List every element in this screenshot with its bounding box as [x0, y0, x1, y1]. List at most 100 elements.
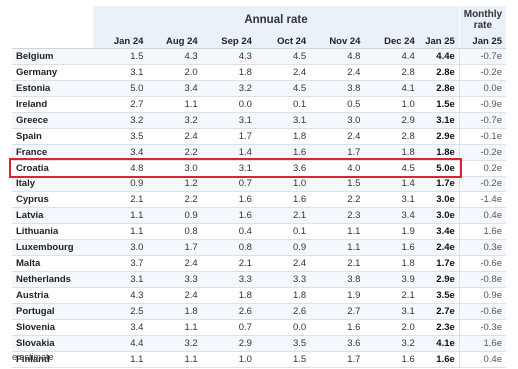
annual-rate-cell: 1.6e: [418, 351, 460, 368]
country-name: Lithuania: [12, 223, 94, 241]
country-name: Estonia: [12, 80, 94, 97]
monthly-rate-cell: -0.3e: [458, 319, 506, 336]
annual-rate-cell: 4.3: [93, 287, 148, 304]
annual-rate-cell: 3.6: [310, 335, 365, 352]
annual-rate-cell: 4.4e: [418, 48, 460, 65]
table-row: Germany 3.1 2.0 1.8 2.4 2.4 2.8 2.8e -0.2e: [12, 64, 506, 81]
annual-rate-cell: 0.7: [201, 176, 256, 193]
header-row-groups: Annual rate Monthly rate: [12, 6, 506, 34]
annual-rate-cell: 1.1: [310, 223, 365, 241]
annual-rate-cell: 3.0: [310, 112, 365, 129]
country-name: Croatia: [12, 160, 94, 177]
annual-rate-cell: 4.1e: [418, 335, 460, 352]
monthly-rate-cell: 0.3e: [458, 239, 506, 257]
table-row: Luxembourg 3.0 1.7 0.8 0.9 1.1 1.6 2.4e 0.3e: [12, 239, 506, 257]
monthly-rate-cell: -0.6e: [458, 255, 506, 273]
annual-rate-cell: 5.0: [93, 80, 148, 97]
inflation-table-container: Annual rate Monthly rate Jan 24 Aug 24 Se…: [9, 6, 506, 368]
country-name: Luxembourg: [12, 239, 94, 257]
annual-rate-cell: 1.6: [364, 351, 419, 368]
inflation-table: Annual rate Monthly rate Jan 24 Aug 24 Se…: [12, 6, 506, 368]
monthly-rate-cell: 0.9e: [458, 287, 506, 304]
annual-rate-cell: 1.7e: [418, 255, 460, 273]
annual-rate-cell: 1.0: [255, 176, 311, 193]
annual-rate-cell: 3.1: [255, 112, 311, 129]
annual-rate-cell: 2.7: [93, 96, 148, 113]
table-body: Belgium 1.5 4.3 4.3 4.5 4.8 4.4 4.4e -0.7e German…: [12, 48, 506, 368]
annual-rate-cell: 2.2: [147, 191, 202, 209]
annual-rate-cell: 2.4: [255, 64, 311, 81]
annual-rate-cell: 0.5: [310, 96, 365, 113]
table-row: Cyprus 2.1 2.2 1.6 1.6 2.2 3.1 3.0e -1.4e: [12, 191, 506, 209]
annual-rate-cell: 1.7: [201, 128, 256, 145]
annual-rate-header: Annual rate: [93, 6, 460, 34]
monthly-rate-cell: 1.6e: [458, 335, 506, 352]
annual-rate-cell: 1.0: [364, 96, 419, 113]
annual-rate-cell: 3.9: [364, 271, 419, 289]
annual-rate-cell: 4.3: [201, 48, 256, 65]
table-row: Estonia 5.0 3.4 3.2 4.5 3.8 4.1 2.8e 0.0e: [12, 80, 506, 97]
annual-rate-cell: 2.4: [310, 128, 365, 145]
annual-rate-cell: 1.7e: [418, 176, 460, 193]
annual-rate-cell: 2.8e: [418, 80, 460, 97]
column-header: Jan 25: [458, 34, 506, 49]
annual-rate-cell: 4.8: [310, 48, 365, 65]
annual-rate-cell: 4.0: [310, 160, 365, 177]
annual-rate-cell: 3.2: [364, 335, 419, 352]
annual-rate-cell: 2.6: [201, 303, 256, 320]
annual-rate-cell: 3.4e: [418, 223, 460, 241]
annual-rate-cell: 1.8: [364, 255, 419, 273]
table-row: Slovenia 3.4 1.1 0.7 0.0 1.6 2.0 2.3e -0.3e: [12, 319, 506, 336]
table-row: Italy 0.9 1.2 0.7 1.0 1.5 1.4 1.7e -0.2e: [12, 176, 506, 193]
annual-rate-cell: 1.0: [201, 351, 256, 368]
table-row: Lithuania 1.1 0.8 0.4 0.1 1.1 1.9 3.4e 1.6e: [12, 223, 506, 241]
annual-rate-cell: 2.2: [147, 144, 202, 161]
country-name: Malta: [12, 255, 94, 273]
annual-rate-cell: 3.5: [255, 335, 311, 352]
annual-rate-cell: 0.9: [93, 176, 148, 193]
annual-rate-cell: 3.5e: [418, 287, 460, 304]
annual-rate-cell: 3.1: [201, 112, 256, 129]
annual-rate-cell: 1.1: [93, 223, 148, 241]
annual-rate-cell: 1.1: [147, 351, 202, 368]
monthly-rate-cell: -0.2e: [458, 144, 506, 161]
table-row: Belgium 1.5 4.3 4.3 4.5 4.8 4.4 4.4e -0.7e: [12, 48, 506, 65]
annual-rate-cell: 0.1: [255, 96, 311, 113]
country-name: Slovenia: [12, 319, 94, 336]
header-blank: [12, 6, 94, 34]
column-header: Jan 25: [418, 34, 460, 49]
annual-rate-cell: 1.5: [310, 176, 365, 193]
monthly-rate-cell: 1.6e: [458, 223, 506, 241]
annual-rate-cell: 1.8: [147, 303, 202, 320]
monthly-rate-header-line1: Monthly: [463, 9, 503, 20]
column-header: Oct 24: [255, 34, 311, 49]
country-name: Slovakia: [12, 335, 94, 352]
column-header: Aug 24: [147, 34, 202, 49]
annual-rate-cell: 1.1: [93, 207, 148, 225]
annual-rate-cell: 1.8e: [418, 144, 460, 161]
annual-rate-cell: 1.8: [364, 144, 419, 161]
country-name: Ireland: [12, 96, 94, 113]
annual-rate-cell: 4.1: [364, 80, 419, 97]
monthly-rate-cell: -0.2e: [458, 176, 506, 193]
monthly-rate-cell: 0.4e: [458, 207, 506, 225]
annual-rate-cell: 2.5: [93, 303, 148, 320]
annual-rate-cell: 0.8: [201, 239, 256, 257]
country-name: Italy: [12, 176, 94, 193]
annual-rate-cell: 1.9: [364, 223, 419, 241]
country-name: Cyprus: [12, 191, 94, 209]
annual-rate-cell: 2.3: [310, 207, 365, 225]
annual-rate-cell: 1.9: [310, 287, 365, 304]
annual-rate-cell: 3.1: [93, 271, 148, 289]
column-header: Jan 24: [93, 34, 148, 49]
annual-rate-cell: 1.6: [201, 207, 256, 225]
annual-rate-cell: 3.1: [201, 160, 256, 177]
annual-rate-cell: 1.6: [255, 144, 311, 161]
annual-rate-cell: 1.1: [147, 96, 202, 113]
annual-rate-cell: 1.6: [310, 319, 365, 336]
country-name: Austria: [12, 287, 94, 304]
annual-rate-cell: 0.9: [147, 207, 202, 225]
table-row: Malta 3.7 2.4 2.1 2.4 2.1 1.8 1.7e -0.6e: [12, 255, 506, 273]
annual-rate-cell: 3.0: [147, 160, 202, 177]
annual-rate-cell: 2.0: [364, 319, 419, 336]
